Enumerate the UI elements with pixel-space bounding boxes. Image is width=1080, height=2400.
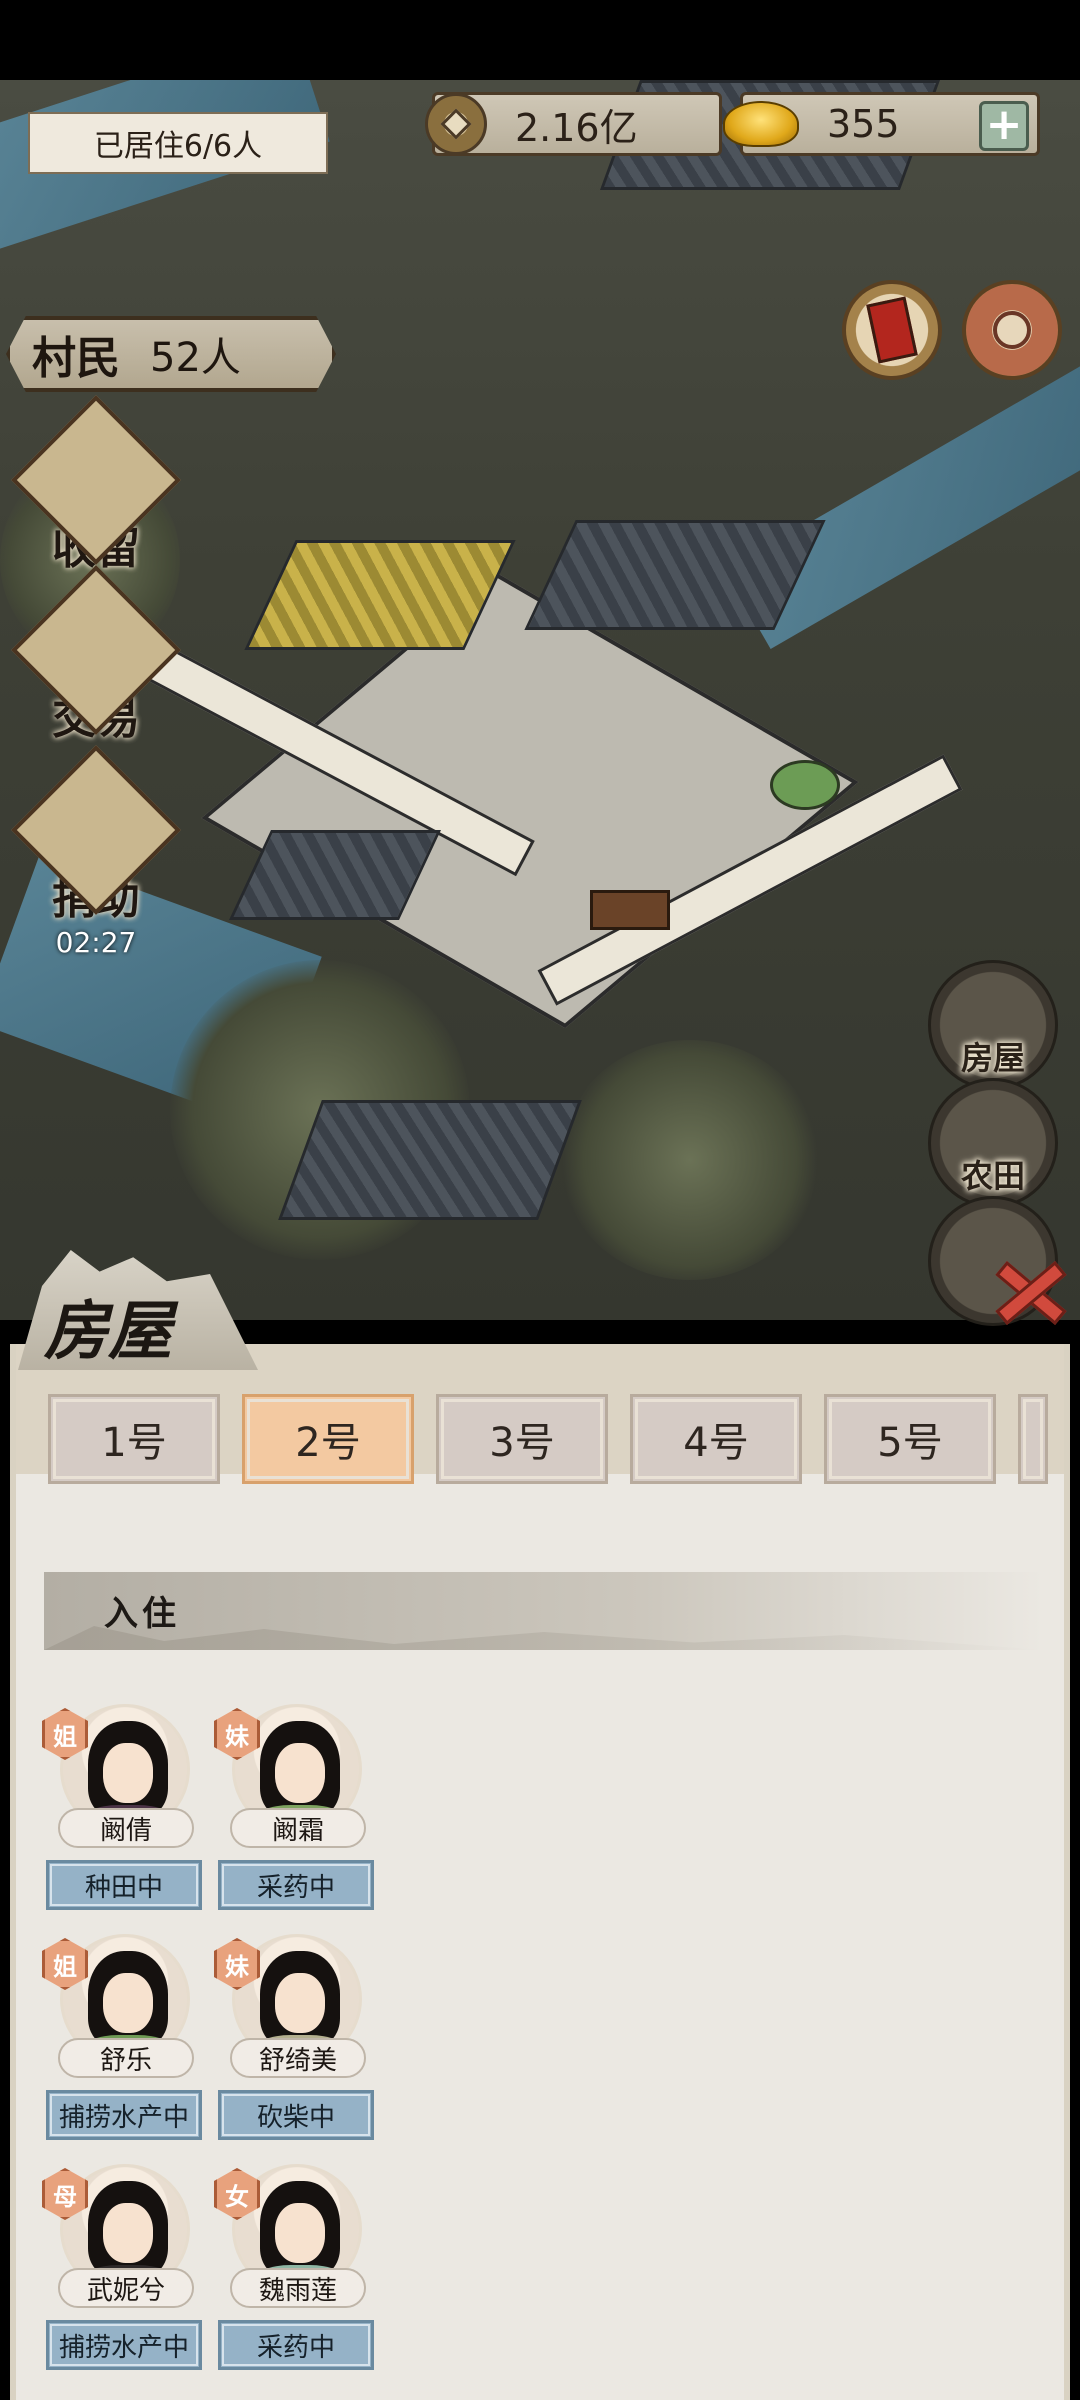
resident-name: 阚倩	[58, 1808, 194, 1848]
shelter-button[interactable]: 收留	[11, 395, 181, 576]
status-bar	[0, 0, 1080, 80]
face	[103, 2203, 153, 2263]
house-tabs: 1号 2号 3号 4号 5号	[48, 1394, 1048, 1484]
letter-button[interactable]	[842, 280, 942, 380]
section-title: 入住	[104, 1594, 180, 1634]
trade-button[interactable]: 交易	[11, 565, 181, 746]
resident-name: 魏雨莲	[230, 2268, 366, 2308]
resident-name: 阚霜	[230, 1808, 366, 1848]
resident-name: 舒绮美	[230, 2038, 366, 2078]
resident-job-button[interactable]: 采药中	[218, 2320, 374, 2370]
ingot-amount: 355	[827, 102, 900, 146]
resident-job-button[interactable]: 捕捞水产中	[46, 2320, 202, 2370]
house-panel: 1号 2号 3号 4号 5号 入住 姐阚倩 种田中妹阚霜 采药中姐舒乐 捕捞水产中妹舒…	[10, 1250, 1070, 2400]
tab-house-3[interactable]: 3号	[436, 1394, 608, 1484]
house-category-label: 房屋	[960, 1039, 1025, 1077]
copper-coin-icon	[425, 93, 487, 155]
tab-house-4[interactable]: 4号	[630, 1394, 802, 1484]
panel-title: 房屋	[44, 1294, 172, 1369]
gold-ingot-icon	[723, 101, 799, 147]
resident-job-button[interactable]: 捕捞水产中	[46, 2090, 202, 2140]
villager-count: 52人	[150, 335, 241, 381]
copper-coin-counter: 2.16亿	[425, 92, 722, 156]
resident-name: 武妮兮	[58, 2268, 194, 2308]
farmland-category-label: 农田	[960, 1157, 1025, 1195]
residents-count-label: 已居住6/6人	[28, 112, 328, 174]
scroll-icon	[11, 565, 181, 735]
gold-ingot-counter: 355 +	[723, 92, 1040, 156]
letter-icon	[866, 296, 918, 364]
resident-job-button[interactable]: 砍柴中	[218, 2090, 374, 2140]
resident-job-button[interactable]: 采药中	[218, 1860, 374, 1910]
tab-house-5[interactable]: 5号	[824, 1394, 996, 1484]
main-hall-roof	[524, 520, 826, 630]
settings-button[interactable]	[962, 280, 1062, 380]
person-icon	[11, 395, 181, 565]
gear-icon	[993, 311, 1031, 349]
face	[275, 2203, 325, 2263]
panel-body: 1号 2号 3号 4号 5号 入住 姐阚倩 种田中妹阚霜 采药中姐舒乐 捕捞水产中妹舒…	[10, 1344, 1070, 2400]
villager-count-badge[interactable]: 村民 52人	[6, 316, 336, 392]
courtyard-house[interactable]	[130, 500, 963, 1100]
house-category-button[interactable]: 房屋	[928, 960, 1058, 1090]
add-ingot-button[interactable]: +	[979, 101, 1029, 151]
resident-name: 舒乐	[58, 2038, 194, 2078]
tab-house-1[interactable]: 1号	[48, 1394, 220, 1484]
well	[770, 760, 840, 810]
face	[103, 1743, 153, 1803]
distant-roof	[278, 1100, 582, 1220]
residents-text: 已居住6/6人	[93, 129, 263, 164]
villager-label: 村民	[32, 333, 120, 384]
donate-timer: 02:27	[55, 926, 137, 959]
coin-amount: 2.16亿	[515, 105, 638, 150]
face	[275, 1743, 325, 1803]
table	[590, 890, 670, 930]
donation-box-icon	[11, 745, 181, 915]
donate-button[interactable]: 捐助 02:27	[11, 745, 181, 959]
face	[103, 1973, 153, 2033]
farmland-category-button[interactable]: 农田	[928, 1078, 1058, 1208]
section-header: 入住	[44, 1572, 1044, 1650]
tab-house-2[interactable]: 2号	[242, 1394, 414, 1484]
face	[275, 1973, 325, 2033]
close-button[interactable]	[986, 1252, 1070, 1332]
resident-job-button[interactable]: 种田中	[46, 1860, 202, 1910]
tab-house-next[interactable]	[1018, 1394, 1048, 1484]
